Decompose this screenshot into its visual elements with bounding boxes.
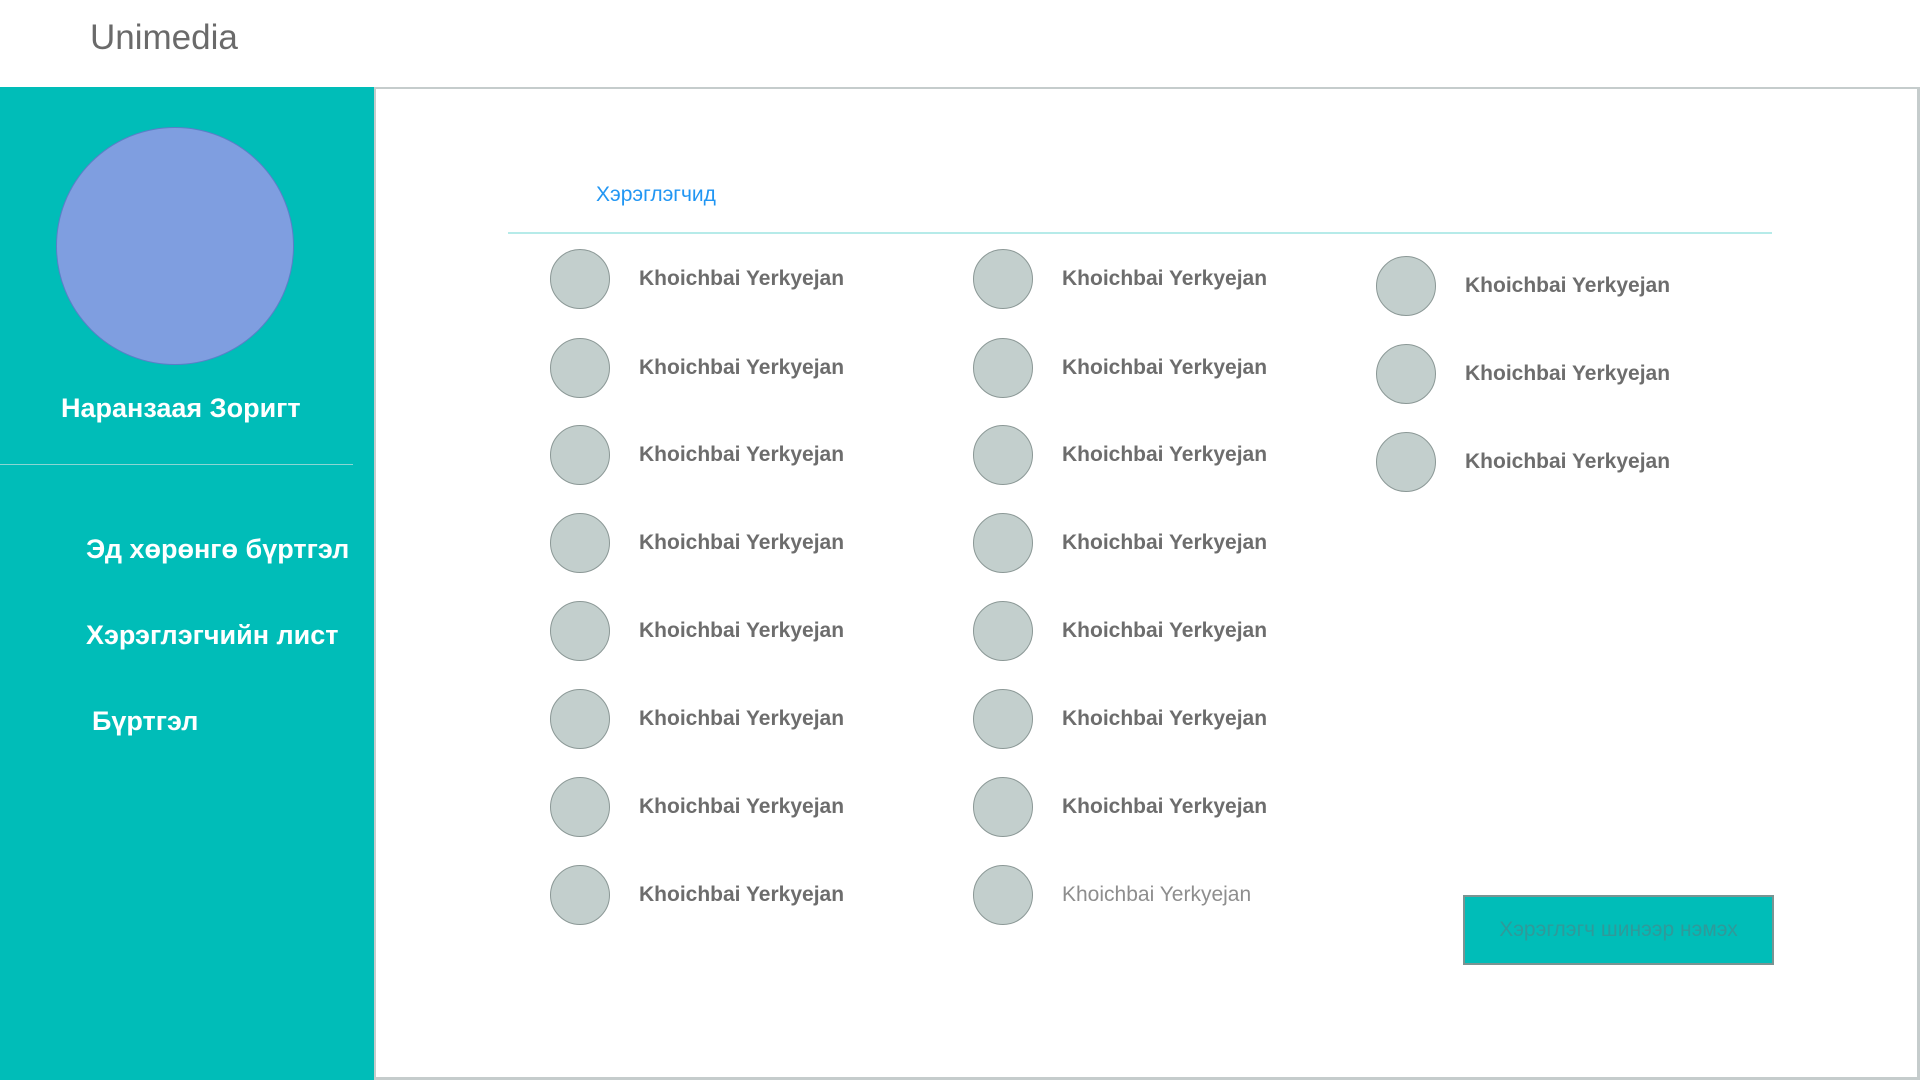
user-name: Khoichbai Yerkyejan bbox=[1465, 362, 1671, 385]
user-name: Khoichbai Yerkyejan bbox=[639, 883, 845, 906]
user-name: Khoichbai Yerkyejan bbox=[1465, 450, 1671, 473]
user-avatar bbox=[1376, 432, 1436, 492]
user-name: Khoichbai Yerkyejan bbox=[639, 356, 845, 379]
user-list-item[interactable]: Khoichbai Yerkyejan bbox=[550, 338, 844, 398]
user-avatar bbox=[550, 689, 610, 749]
section-divider bbox=[508, 232, 1772, 234]
user-list-item[interactable]: Khoichbai Yerkyejan bbox=[973, 513, 1267, 573]
user-list-item[interactable]: Khoichbai Yerkyejan bbox=[1376, 432, 1670, 492]
user-name: Khoichbai Yerkyejan bbox=[1062, 883, 1252, 906]
user-name: Khoichbai Yerkyejan bbox=[639, 707, 845, 730]
user-list-item[interactable]: Khoichbai Yerkyejan bbox=[550, 689, 844, 749]
sidebar: Наранзаая Зоригт Эд хөрөнгө бүртгэл Хэрэ… bbox=[0, 87, 374, 1080]
profile-avatar[interactable] bbox=[56, 127, 294, 365]
main-panel: Хэрэглэгчид Khoichbai Yerkyejan Khoichba… bbox=[374, 87, 1920, 1080]
user-avatar bbox=[973, 689, 1033, 749]
user-avatar bbox=[973, 513, 1033, 573]
user-name: Khoichbai Yerkyejan bbox=[1062, 443, 1268, 466]
user-name: Khoichbai Yerkyejan bbox=[1062, 531, 1268, 554]
add-user-button[interactable]: Хэрэглэгч шинээр нэмэх bbox=[1463, 895, 1774, 965]
app-window: Unimedia Наранзаая Зоригт Эд хөрөнгө бүр… bbox=[0, 0, 1920, 1080]
sidebar-divider bbox=[0, 464, 353, 465]
user-avatar bbox=[550, 249, 610, 309]
user-avatar bbox=[973, 338, 1033, 398]
user-list-item[interactable]: Khoichbai Yerkyejan bbox=[973, 338, 1267, 398]
user-name: Khoichbai Yerkyejan bbox=[639, 443, 845, 466]
user-list-item[interactable]: Khoichbai Yerkyejan bbox=[550, 513, 844, 573]
user-avatar bbox=[1376, 344, 1436, 404]
user-avatar bbox=[550, 865, 610, 925]
sidebar-item-user-list[interactable]: Хэрэглэгчийн лист bbox=[86, 620, 339, 651]
user-avatar bbox=[973, 601, 1033, 661]
user-list-item[interactable]: Khoichbai Yerkyejan bbox=[973, 865, 1251, 925]
profile-name: Наранзаая Зоригт bbox=[61, 393, 301, 423]
user-list-item[interactable]: Khoichbai Yerkyejan bbox=[1376, 344, 1670, 404]
user-avatar bbox=[973, 249, 1033, 309]
user-avatar bbox=[550, 777, 610, 837]
user-list-item[interactable]: Khoichbai Yerkyejan bbox=[973, 249, 1267, 309]
user-list-item[interactable]: Khoichbai Yerkyejan bbox=[973, 425, 1267, 485]
user-list-item[interactable]: Khoichbai Yerkyejan bbox=[550, 601, 844, 661]
user-avatar bbox=[973, 777, 1033, 837]
user-list-item[interactable]: Khoichbai Yerkyejan bbox=[1376, 256, 1670, 316]
user-name: Khoichbai Yerkyejan bbox=[1062, 267, 1268, 290]
user-name: Khoichbai Yerkyejan bbox=[1062, 356, 1268, 379]
user-avatar bbox=[973, 425, 1033, 485]
user-name: Khoichbai Yerkyejan bbox=[639, 795, 845, 818]
user-avatar bbox=[550, 425, 610, 485]
user-name: Khoichbai Yerkyejan bbox=[639, 267, 845, 290]
user-avatar bbox=[550, 513, 610, 573]
user-avatar bbox=[1376, 256, 1436, 316]
user-list-item[interactable]: Khoichbai Yerkyejan bbox=[973, 777, 1267, 837]
tab-users[interactable]: Хэрэглэгчид bbox=[596, 183, 716, 207]
user-list-item[interactable]: Khoichbai Yerkyejan bbox=[973, 601, 1267, 661]
user-list-item[interactable]: Khoichbai Yerkyejan bbox=[550, 425, 844, 485]
user-avatar bbox=[550, 338, 610, 398]
user-list-item[interactable]: Khoichbai Yerkyejan bbox=[550, 249, 844, 309]
user-avatar bbox=[973, 865, 1033, 925]
user-list-item[interactable]: Khoichbai Yerkyejan bbox=[550, 777, 844, 837]
user-list-item[interactable]: Khoichbai Yerkyejan bbox=[550, 865, 844, 925]
user-name: Khoichbai Yerkyejan bbox=[639, 531, 845, 554]
user-list-item[interactable]: Khoichbai Yerkyejan bbox=[973, 689, 1267, 749]
user-name: Khoichbai Yerkyejan bbox=[1062, 707, 1268, 730]
user-avatar bbox=[550, 601, 610, 661]
user-name: Khoichbai Yerkyejan bbox=[639, 619, 845, 642]
user-name: Khoichbai Yerkyejan bbox=[1062, 795, 1268, 818]
sidebar-item-registration[interactable]: Бүртгэл bbox=[92, 706, 198, 737]
user-name: Khoichbai Yerkyejan bbox=[1062, 619, 1268, 642]
user-name: Khoichbai Yerkyejan bbox=[1465, 274, 1671, 297]
app-title: Unimedia bbox=[90, 18, 238, 57]
sidebar-item-asset-registration[interactable]: Эд хөрөнгө бүртгэл bbox=[86, 534, 349, 565]
